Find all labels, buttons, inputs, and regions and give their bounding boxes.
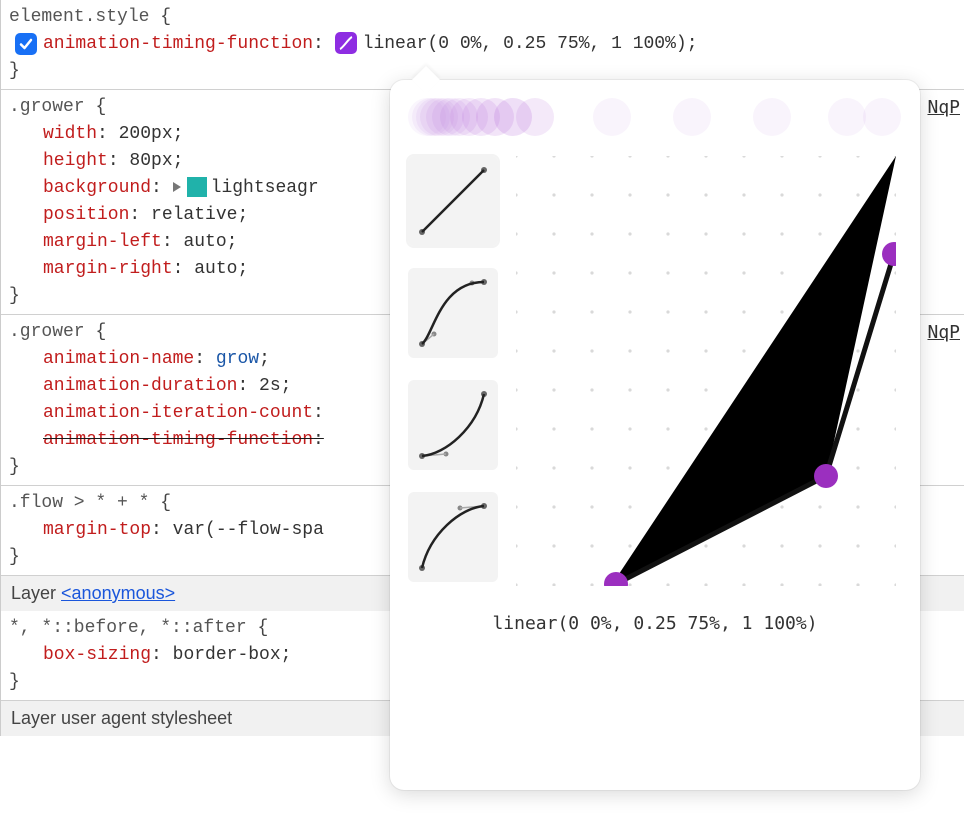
selector: .flow > * + *: [9, 493, 149, 513]
open-brace: {: [160, 7, 171, 27]
selector: .grower: [9, 97, 85, 117]
declaration[interactable]: animation-timing-function: linear(0 0%, …: [9, 31, 956, 58]
preset-linear[interactable]: [408, 156, 498, 246]
easing-editor-popover: linear(0 0%, 0.25 75%, 1 100%): [390, 80, 920, 790]
preset-ease-in[interactable]: [408, 380, 498, 470]
selector: .grower: [9, 322, 85, 342]
easing-swatch-icon[interactable]: [335, 32, 357, 54]
curve-editor[interactable]: [516, 156, 902, 596]
anonymous-layer-link[interactable]: <anonymous>: [61, 583, 175, 603]
disclosure-triangle-icon[interactable]: [173, 182, 181, 192]
property-name[interactable]: animation-timing-function: [43, 34, 313, 54]
timing-preview: [408, 98, 902, 138]
source-link[interactable]: NqP: [927, 94, 960, 121]
control-point-2[interactable]: [882, 242, 896, 266]
rule-block: element.style { animation-timing-functio…: [1, 0, 964, 89]
preset-ease-out[interactable]: [408, 492, 498, 582]
easing-value-display: linear(0 0%, 0.25 75%, 1 100%): [408, 610, 902, 637]
selector: element.style: [9, 7, 149, 27]
control-point-1[interactable]: [814, 464, 838, 488]
preset-list: [408, 156, 498, 596]
source-link[interactable]: NqP: [927, 319, 960, 346]
selector: *, *::before, *::after: [9, 618, 247, 638]
enable-checkbox[interactable]: [15, 33, 37, 55]
preset-ease[interactable]: [408, 268, 498, 358]
color-swatch-icon[interactable]: [187, 177, 207, 197]
property-value[interactable]: linear(0 0%, 0.25 75%, 1 100%): [363, 34, 687, 54]
